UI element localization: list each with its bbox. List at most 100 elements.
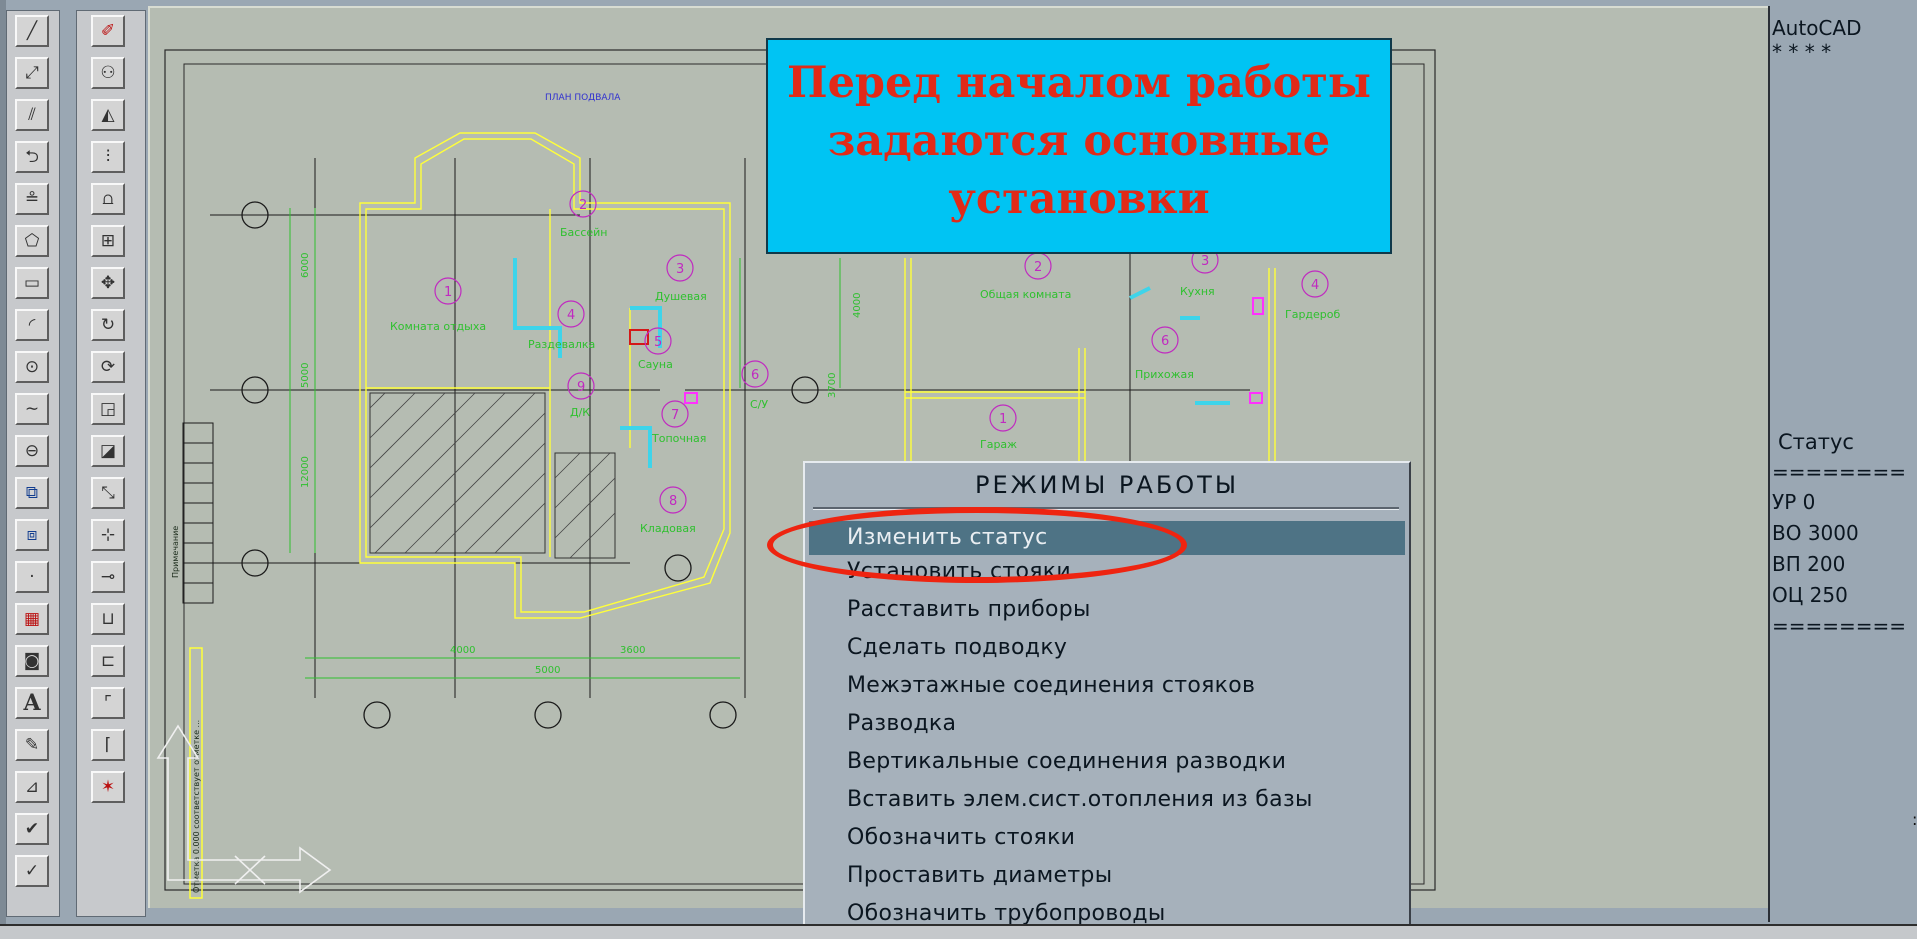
menu-item-interfloor-connections[interactable]: Межэтажные соединения стояков	[809, 669, 1405, 703]
chamfer-icon[interactable]: ⌜	[91, 687, 125, 719]
status-line: ОЦ 250	[1772, 583, 1848, 607]
status-line: ВО 3000	[1772, 521, 1859, 545]
dim-label: 4000	[852, 293, 863, 318]
check-alt-icon[interactable]: ✓	[15, 855, 49, 887]
room-number: 6	[751, 368, 759, 383]
room-number: 8	[669, 494, 677, 509]
dimension-icon[interactable]: ⊿	[15, 771, 49, 803]
room-label: Комната отдыха	[390, 320, 486, 333]
array-icon[interactable]: ⩍	[91, 183, 125, 215]
menu-item-install-risers[interactable]: Установить стояки	[809, 555, 1405, 589]
room-label: Гардероб	[1285, 308, 1341, 321]
ellipse-icon[interactable]: ⊖	[15, 435, 49, 467]
dim-label: 3600	[620, 645, 645, 656]
room-number: 9	[577, 380, 585, 395]
modify-toolbar: ✐ ⚇ ◭ ⫶ ⩍ ⊞ ✥ ↻ ⟳ ◲ ◪ ⤡ ⊹ ⊸ ⊔ ⊏ ⌜ ⌈ ✶	[76, 10, 146, 917]
multiline-icon[interactable]: ⫽	[15, 99, 49, 131]
room-label: Прихожая	[1135, 368, 1194, 381]
room-number: 3	[676, 262, 684, 277]
rectangle-icon[interactable]: ▭	[15, 267, 49, 299]
dim-label: 12000	[300, 456, 311, 488]
array-grid-icon[interactable]: ⊞	[91, 225, 125, 257]
break-icon[interactable]: ⊔	[91, 603, 125, 635]
work-modes-menu: РЕЖИМЫ РАБОТЫ Изменить статус Установить…	[803, 461, 1411, 937]
insert-block-icon[interactable]: ⧉	[15, 477, 49, 509]
banner-line: установки	[948, 174, 1210, 224]
extend-icon[interactable]: ⊸	[91, 561, 125, 593]
check-icon[interactable]: ✔	[15, 813, 49, 845]
trim-icon[interactable]: ⊹	[91, 519, 125, 551]
dim-label: 5000	[535, 665, 560, 676]
room-number: 1	[444, 285, 452, 300]
room-number: 5	[654, 335, 662, 350]
menu-item-routing[interactable]: Разводка	[809, 707, 1405, 741]
room-label: Гараж	[980, 438, 1017, 451]
spline-icon[interactable]: ∼	[15, 393, 49, 425]
rotate-alt-icon[interactable]: ⟳	[91, 351, 125, 383]
room-number: 2	[1034, 260, 1042, 275]
room-number: 2	[579, 198, 587, 213]
room-number: 1	[999, 412, 1007, 427]
room-label: Д/К	[570, 406, 590, 419]
text-icon[interactable]: A	[15, 687, 49, 719]
room-label: Сауна	[638, 358, 673, 371]
construction-line-icon[interactable]: ⤢	[15, 57, 49, 89]
plan-title: ПЛАН ПОДВАЛА	[545, 93, 621, 103]
line-icon[interactable]: ╱	[15, 15, 49, 47]
make-block-icon[interactable]: ⧈	[15, 519, 49, 551]
dim-label: 5000	[300, 363, 311, 388]
room-label: Общая комната	[980, 288, 1071, 301]
region-icon[interactable]: ◙	[15, 645, 49, 677]
menu-item-make-connection[interactable]: Сделать подводку	[809, 631, 1405, 665]
status-title: Статус	[1778, 430, 1854, 454]
lengthen-icon[interactable]: ⤡	[91, 477, 125, 509]
arc-icon[interactable]: ◜	[15, 309, 49, 341]
side-label: Примечание	[171, 526, 180, 578]
stretch-icon[interactable]: ◪	[91, 435, 125, 467]
banner-line: задаются основные	[827, 116, 1331, 166]
menu-item-vertical-connections[interactable]: Вертикальные соединения разводки	[809, 745, 1405, 779]
menu-item-change-status[interactable]: Изменить статус	[809, 521, 1405, 555]
room-number: 4	[567, 308, 575, 323]
info-banner: Перед началом работы задаются основные у…	[766, 38, 1392, 254]
menu-item-set-diameters[interactable]: Проставить диаметры	[809, 859, 1405, 893]
status-panel: AutoCAD * * * * Статус ======== УР 0 ВО …	[1768, 6, 1917, 922]
polyline-icon[interactable]: ⮌	[15, 141, 49, 173]
move-icon[interactable]: ✥	[91, 267, 125, 299]
menu-separator	[813, 507, 1399, 510]
copy-icon[interactable]: ⚇	[91, 57, 125, 89]
scale-icon[interactable]: ◲	[91, 393, 125, 425]
polygon-icon[interactable]: ⬠	[15, 225, 49, 257]
room-label: С/У	[750, 398, 768, 411]
circle-icon[interactable]: ⊙	[15, 351, 49, 383]
rotate-icon[interactable]: ↻	[91, 309, 125, 341]
room-number: 3	[1201, 254, 1209, 269]
3d-polyline-icon[interactable]: ≗	[15, 183, 49, 215]
menu-item-insert-heating-element[interactable]: Вставить элем.сист.отопления из базы	[809, 783, 1405, 817]
banner-line: Перед началом работы	[786, 58, 1372, 108]
offset-icon[interactable]: ⫶	[91, 141, 125, 173]
explode-icon[interactable]: ✶	[91, 771, 125, 803]
dim-label: 3700	[827, 373, 838, 398]
room-label: Бассейн	[560, 226, 608, 239]
vertical-note: Отметка 0.000 соответствует отметке ...	[192, 720, 201, 893]
room-number: 4	[1311, 278, 1319, 293]
room-label: Кухня	[1180, 285, 1215, 298]
room-label: Кладовая	[640, 522, 696, 535]
hatch-icon[interactable]: ▦	[15, 603, 49, 635]
edge-mark: :	[1912, 810, 1917, 829]
mirror-icon[interactable]: ◭	[91, 99, 125, 131]
break-at-point-icon[interactable]: ⊏	[91, 645, 125, 677]
menu-item-label-risers[interactable]: Обозначить стояки	[809, 821, 1405, 855]
edit-text-icon[interactable]: ✎	[15, 729, 49, 761]
status-divider: ========	[1772, 460, 1907, 484]
app-name: AutoCAD	[1772, 16, 1862, 40]
room-label: Топочная	[651, 432, 706, 445]
point-icon[interactable]: ·	[15, 561, 49, 593]
fillet-icon[interactable]: ⌈	[91, 729, 125, 761]
menu-item-place-devices[interactable]: Расставить приборы	[809, 593, 1405, 627]
status-divider: ========	[1772, 614, 1907, 638]
room-number: 7	[671, 408, 679, 423]
erase-icon[interactable]: ✐	[91, 15, 125, 47]
stars-line: * * * *	[1772, 40, 1832, 64]
